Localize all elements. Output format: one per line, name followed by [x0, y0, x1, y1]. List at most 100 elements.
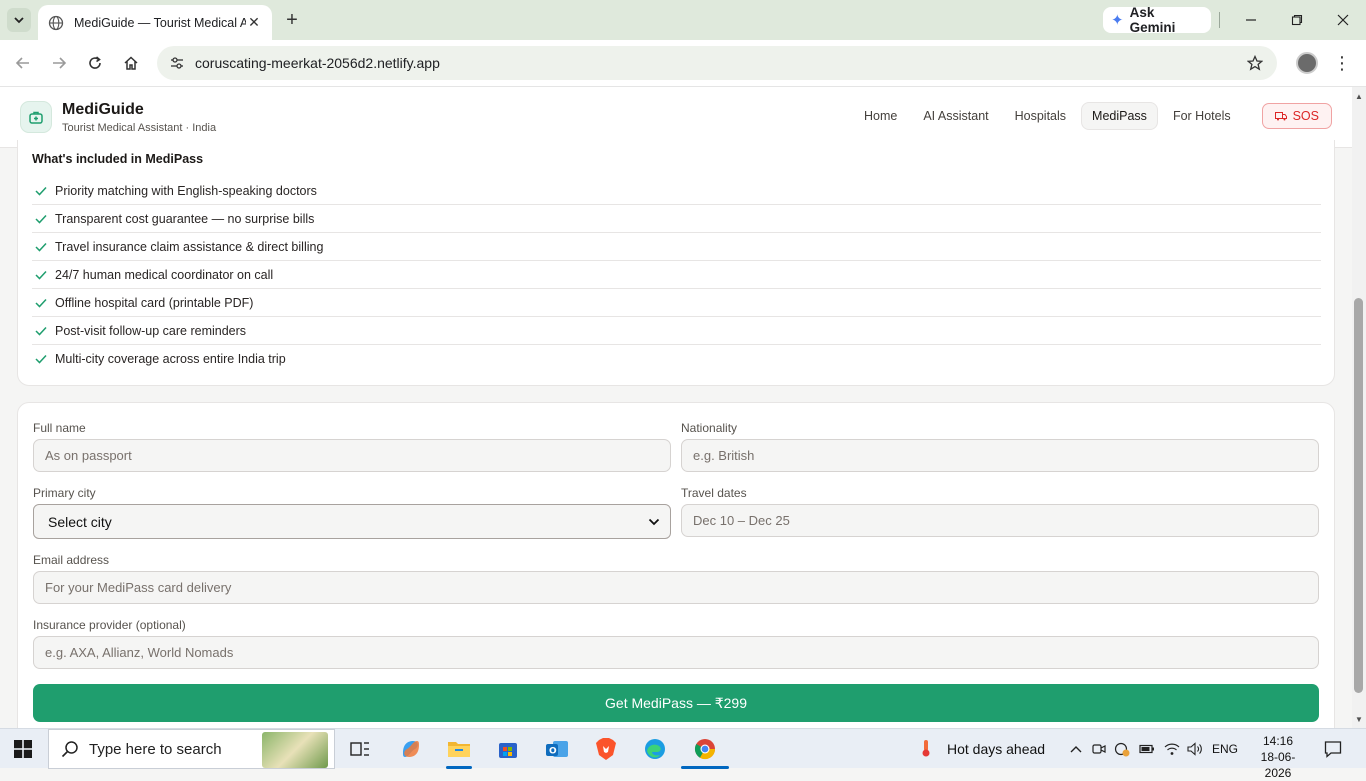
list-item: Multi-city coverage across entire India … [32, 345, 1321, 373]
address-bar[interactable]: coruscating-meerkat-2056d2.netlify.app [157, 46, 1277, 80]
search-highlight-image [262, 732, 328, 768]
sos-button[interactable]: SOS [1261, 103, 1332, 129]
nav-for-hotels[interactable]: For Hotels [1162, 102, 1242, 130]
meet-now-icon[interactable] [1091, 741, 1107, 757]
volume-icon[interactable] [1187, 741, 1203, 757]
list-item: Offline hospital card (printable PDF) [32, 289, 1321, 317]
feature-text: Offline hospital card (printable PDF) [55, 295, 254, 310]
scroll-up-icon[interactable]: ▲ [1352, 89, 1366, 103]
nationality-input[interactable]: e.g. British [681, 439, 1319, 472]
tab-search-button[interactable] [7, 8, 31, 32]
microsoft-store-icon[interactable] [494, 735, 522, 763]
browser-toolbar: coruscating-meerkat-2056d2.netlify.app ⋮ [0, 40, 1366, 87]
chrome-browser-icon[interactable] [691, 735, 719, 763]
medipass-form-card: Full name As on passport Nationality e.g… [17, 402, 1335, 742]
file-explorer-icon[interactable] [445, 735, 473, 763]
insurance-input[interactable]: e.g. AXA, Allianz, World Nomads [33, 636, 1319, 669]
full-name-input[interactable]: As on passport [33, 439, 671, 472]
tab-close-icon[interactable]: ✕ [246, 14, 262, 31]
medipass-features-card: What's included in MediPass Priority mat… [17, 140, 1335, 386]
taskbar: Type here to search O Hot days ahead ENG… [0, 728, 1366, 780]
feature-text: Post-visit follow-up care reminders [55, 323, 247, 338]
network-warning-icon[interactable] [1114, 741, 1130, 757]
primary-city-value: Select city [48, 513, 112, 530]
language-indicator[interactable]: ENG [1212, 742, 1238, 756]
search-icon [61, 741, 78, 758]
profile-avatar[interactable] [1296, 52, 1318, 74]
scroll-down-icon[interactable]: ▼ [1352, 712, 1366, 726]
weather-text[interactable]: Hot days ahead [947, 741, 1045, 757]
minimize-icon [1246, 19, 1256, 21]
reload-button[interactable] [84, 52, 106, 74]
taskbar-search-placeholder: Type here to search [89, 740, 222, 758]
nav-medipass[interactable]: MediPass [1081, 102, 1158, 130]
email-input[interactable]: For your MediPass card delivery [33, 571, 1319, 604]
browser-tab[interactable]: MediGuide — Tourist Medical Assistant ✕ [38, 5, 272, 40]
medical-bag-icon [20, 101, 52, 133]
brand-subtitle: Tourist Medical Assistant · India [62, 122, 217, 134]
globe-icon [48, 15, 64, 31]
restore-button[interactable] [1285, 8, 1309, 32]
check-icon [34, 296, 48, 310]
chevron-down-icon [14, 17, 24, 24]
main-nav: Home AI Assistant Hospitals MediPass For… [853, 102, 1332, 130]
ask-gemini-button[interactable]: ✦ Ask Gemini [1103, 5, 1211, 35]
forward-button[interactable] [48, 52, 70, 74]
browser-tab-bar: MediGuide — Tourist Medical Assistant ✕ … [0, 0, 1366, 40]
bookmark-star-icon[interactable] [1245, 53, 1265, 73]
nav-home[interactable]: Home [853, 102, 908, 130]
thermometer-icon [918, 740, 934, 757]
battery-icon[interactable] [1139, 741, 1155, 757]
get-medipass-button[interactable]: Get MediPass — ₹299 [33, 684, 1319, 722]
clock-time: 14:16 [1262, 734, 1294, 748]
ambulance-icon [1274, 112, 1287, 121]
list-item: 24/7 human medical coordinator on call [32, 261, 1321, 289]
nav-ai-assistant[interactable]: AI Assistant [912, 102, 999, 130]
insurance-label: Insurance provider (optional) [33, 618, 186, 632]
site-settings-icon[interactable] [167, 53, 187, 73]
feature-list: Priority matching with English-speaking … [32, 177, 1321, 373]
email-label: Email address [33, 553, 110, 567]
primary-city-select[interactable]: Select city [33, 504, 671, 539]
app-header: MediGuide Tourist Medical Assistant · In… [0, 87, 1352, 148]
wifi-icon[interactable] [1164, 741, 1180, 757]
feature-text: Multi-city coverage across entire India … [55, 352, 286, 366]
feature-text: 24/7 human medical coordinator on call [55, 267, 274, 282]
check-icon [34, 184, 48, 198]
copilot-icon[interactable] [397, 735, 425, 763]
home-icon [124, 56, 138, 70]
features-title: What's included in MediPass [32, 152, 204, 166]
chevron-down-icon [648, 518, 660, 525]
new-tab-button[interactable]: + [282, 9, 302, 31]
windows-start-icon[interactable] [14, 740, 32, 758]
brave-browser-icon[interactable] [592, 735, 620, 763]
arrow-left-icon [15, 57, 29, 69]
clock[interactable]: 14:16 18-06-2026 [1250, 733, 1306, 781]
notification-icon[interactable] [1324, 740, 1342, 758]
minimize-button[interactable] [1239, 8, 1263, 32]
task-view-icon[interactable] [346, 735, 374, 763]
feature-text: Priority matching with English-speaking … [55, 183, 317, 198]
chevron-up-icon[interactable] [1068, 741, 1084, 757]
close-icon [1337, 14, 1349, 26]
list-item: Priority matching with English-speaking … [32, 177, 1321, 205]
taskbar-search-box[interactable]: Type here to search [48, 729, 335, 769]
outlook-icon[interactable]: O [543, 735, 571, 763]
feature-text: Travel insurance claim assistance & dire… [55, 239, 324, 254]
travel-dates-input[interactable]: Dec 10 – Dec 25 [681, 504, 1319, 537]
scrollbar-thumb[interactable] [1354, 298, 1363, 693]
check-icon [34, 352, 48, 366]
list-item: Travel insurance claim assistance & dire… [32, 233, 1321, 261]
primary-city-label: Primary city [33, 486, 96, 500]
reload-icon [89, 56, 101, 69]
nav-hospitals[interactable]: Hospitals [1004, 102, 1077, 130]
check-icon [34, 324, 48, 338]
browser-menu-icon[interactable]: ⋮ [1333, 52, 1351, 74]
home-button[interactable] [120, 52, 142, 74]
close-window-button[interactable] [1331, 8, 1355, 32]
back-button[interactable] [12, 52, 34, 74]
divider [1219, 12, 1220, 28]
feature-text: Transparent cost guarantee — no surprise… [55, 211, 315, 226]
edge-browser-icon[interactable] [641, 735, 669, 763]
brand-name: MediGuide [62, 101, 144, 118]
